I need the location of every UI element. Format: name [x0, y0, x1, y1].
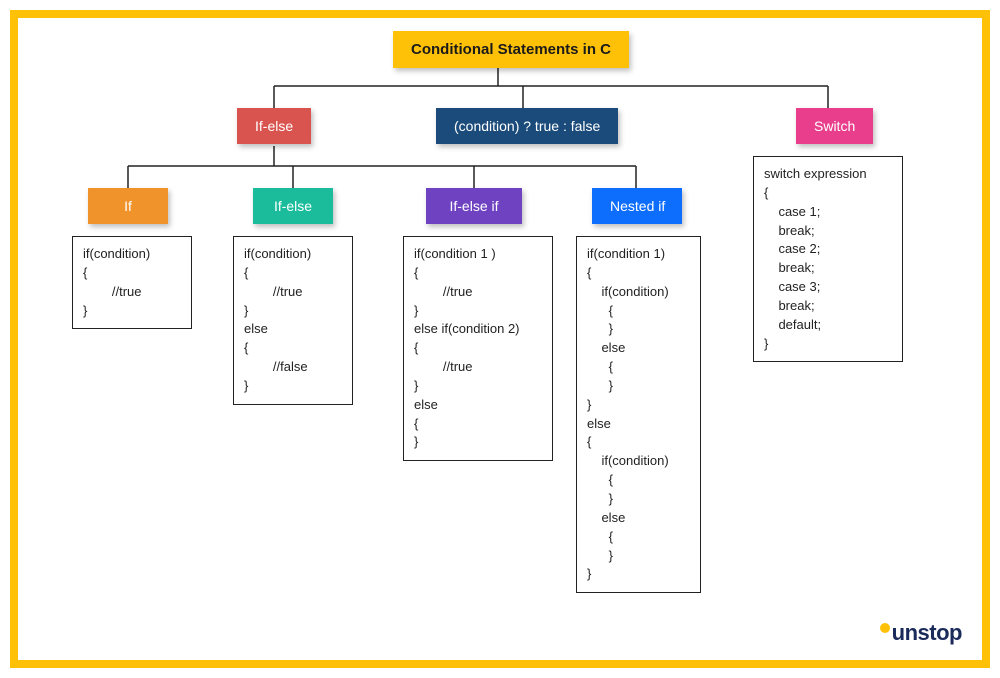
- code-switch: switch expression { case 1; break; case …: [753, 156, 903, 362]
- node-ifelse: If-else: [237, 108, 311, 144]
- node-switch: Switch: [796, 108, 873, 144]
- code-nested: if(condition 1) { if(condition) { } else…: [576, 236, 701, 593]
- brand-logo: unstop: [880, 620, 962, 646]
- logo-dot-icon: [880, 623, 890, 633]
- node-ifelse-sub: If-else: [253, 188, 333, 224]
- node-elif: If-else if: [426, 188, 522, 224]
- logo-text: unstop: [892, 620, 962, 645]
- node-nested-if: Nested if: [592, 188, 682, 224]
- node-if: If: [88, 188, 168, 224]
- node-ternary: (condition) ? true : false: [436, 108, 618, 144]
- code-ifelse: if(condition) { //true } else { //false …: [233, 236, 353, 405]
- code-if: if(condition) { //true }: [72, 236, 192, 329]
- root-node: Conditional Statements in C: [393, 31, 629, 68]
- code-elif: if(condition 1 ) { //true } else if(cond…: [403, 236, 553, 461]
